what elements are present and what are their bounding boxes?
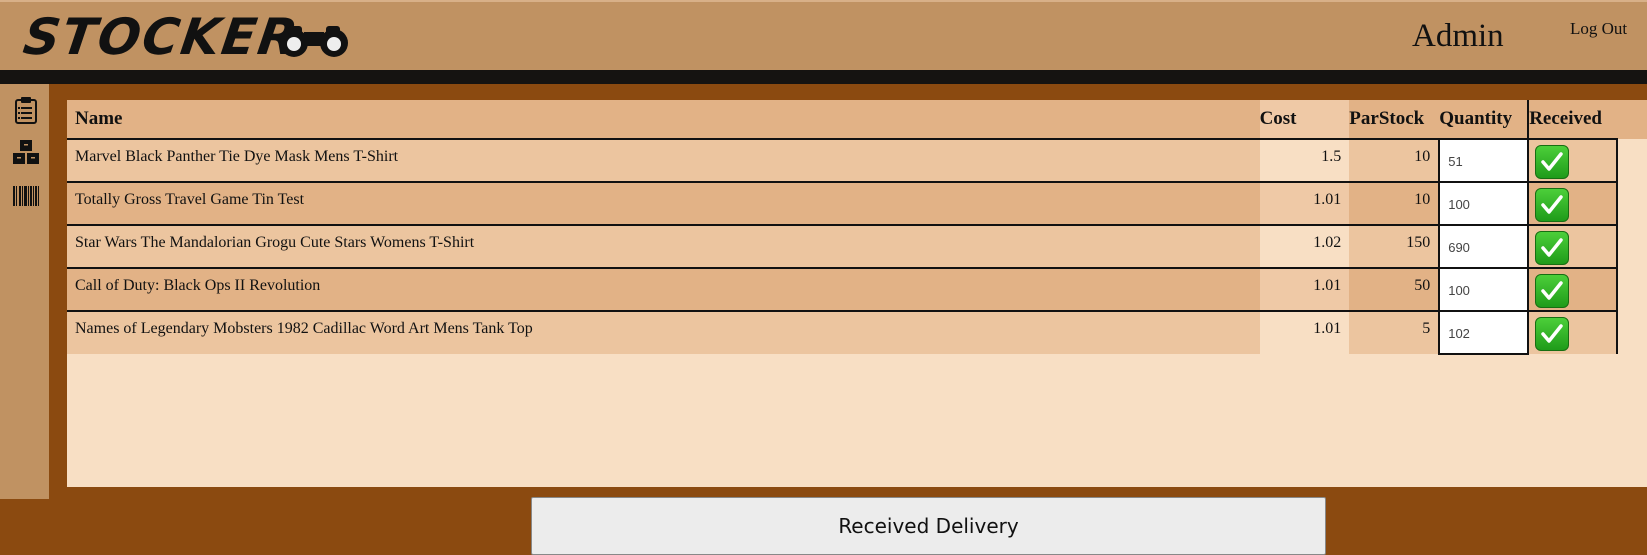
- table-row: Marvel Black Panther Tie Dye Mask Mens T…: [67, 138, 1647, 183]
- main-content: Name Cost ParStock Quantity Received Mar…: [67, 100, 1647, 555]
- item-parstock: 150: [1406, 234, 1431, 251]
- item-name: Call of Duty: Black Ops II Revolution: [75, 277, 321, 294]
- checkmark-icon: [1541, 324, 1563, 343]
- item-name: Totally Gross Travel Game Tin Test: [75, 191, 305, 208]
- app-logo: STOCKER: [19, 8, 303, 66]
- quantity-input[interactable]: [1440, 271, 1525, 310]
- cell-cost: 1.5: [1259, 138, 1350, 182]
- cell-received: [1527, 181, 1619, 225]
- quantity-input[interactable]: [1440, 185, 1525, 224]
- cell-quantity: [1438, 267, 1530, 312]
- table-row: Call of Duty: Black Ops II Revolution 1.0…: [67, 267, 1647, 312]
- cell-received: [1527, 138, 1619, 182]
- item-cost: 1.5: [1321, 148, 1342, 165]
- sidebar: [0, 84, 49, 499]
- quantity-input[interactable]: [1440, 228, 1525, 267]
- cell-quantity: [1438, 138, 1530, 183]
- cell-name: Names of Legendary Mobsters 1982 Cadilla…: [67, 310, 1260, 354]
- inventory-table: Name Cost ParStock Quantity Received Mar…: [67, 100, 1647, 355]
- checkmark-icon: [1541, 238, 1563, 257]
- checkmark-icon: [1541, 152, 1563, 171]
- item-parstock: 50: [1414, 277, 1431, 294]
- header-cost: Cost: [1259, 100, 1350, 139]
- received-checkbox[interactable]: [1535, 231, 1570, 265]
- cell-name: Star Wars The Mandalorian Grogu Cute Sta…: [67, 224, 1260, 268]
- cell-parstock: 150: [1349, 224, 1440, 268]
- cell-parstock: 50: [1349, 267, 1440, 311]
- cell-parstock: 10: [1349, 138, 1440, 182]
- item-name: Names of Legendary Mobsters 1982 Cadilla…: [75, 320, 533, 337]
- app-header: STOCKER Admin Log Out: [0, 0, 1647, 70]
- table-header-row: Name Cost ParStock Quantity Received: [67, 100, 1647, 139]
- quantity-input[interactable]: [1440, 314, 1525, 353]
- item-name: Marvel Black Panther Tie Dye Mask Mens T…: [75, 148, 399, 165]
- barcode-icon[interactable]: [12, 182, 40, 210]
- received-checkbox[interactable]: [1535, 317, 1570, 351]
- cell-name: Call of Duty: Black Ops II Revolution: [67, 267, 1260, 311]
- user-label: Admin: [1412, 18, 1504, 54]
- item-cost: 1.01: [1313, 320, 1342, 337]
- clipboard-icon[interactable]: [12, 96, 40, 124]
- cell-cost: 1.01: [1259, 267, 1350, 311]
- item-name: Star Wars The Mandalorian Grogu Cute Sta…: [75, 234, 475, 251]
- cell-parstock: 10: [1349, 181, 1440, 225]
- cell-quantity: [1438, 181, 1530, 226]
- received-checkbox[interactable]: [1535, 274, 1570, 308]
- item-parstock: 10: [1414, 191, 1431, 208]
- item-cost: 1.01: [1313, 191, 1342, 208]
- checkmark-icon: [1541, 281, 1563, 300]
- quantity-input[interactable]: [1440, 142, 1525, 181]
- table-row: Star Wars The Mandalorian Grogu Cute Sta…: [67, 224, 1647, 269]
- boxes-icon[interactable]: [12, 138, 40, 166]
- item-parstock: 5: [1422, 320, 1431, 337]
- binoculars-icon: [280, 26, 348, 57]
- header-name: Name: [67, 100, 1260, 139]
- cell-quantity: [1438, 224, 1530, 269]
- received-checkbox[interactable]: [1535, 145, 1570, 179]
- received-delivery-button[interactable]: Received Delivery: [531, 497, 1326, 555]
- header-divider: [0, 70, 1647, 84]
- item-cost: 1.02: [1313, 234, 1342, 251]
- received-checkbox[interactable]: [1535, 188, 1570, 222]
- cell-received: [1527, 310, 1619, 354]
- header-parstock: ParStock: [1349, 100, 1440, 139]
- cell-cost: 1.01: [1259, 181, 1350, 225]
- cell-received: [1527, 267, 1619, 311]
- logout-link[interactable]: Log Out: [1570, 19, 1627, 39]
- cell-quantity: [1438, 310, 1530, 355]
- cell-cost: 1.02: [1259, 224, 1350, 268]
- cell-cost: 1.01: [1259, 310, 1350, 354]
- cell-received: [1527, 224, 1619, 268]
- checkmark-icon: [1541, 195, 1563, 214]
- header-quantity: Quantity: [1439, 100, 1529, 139]
- table-row: Totally Gross Travel Game Tin Test 1.01 10: [67, 181, 1647, 226]
- header-received: Received: [1527, 100, 1618, 139]
- item-parstock: 10: [1414, 148, 1431, 165]
- cell-name: Totally Gross Travel Game Tin Test: [67, 181, 1260, 225]
- cell-parstock: 5: [1349, 310, 1440, 354]
- table-row: Names of Legendary Mobsters 1982 Cadilla…: [67, 310, 1647, 355]
- cell-name: Marvel Black Panther Tie Dye Mask Mens T…: [67, 138, 1260, 182]
- item-cost: 1.01: [1313, 277, 1342, 294]
